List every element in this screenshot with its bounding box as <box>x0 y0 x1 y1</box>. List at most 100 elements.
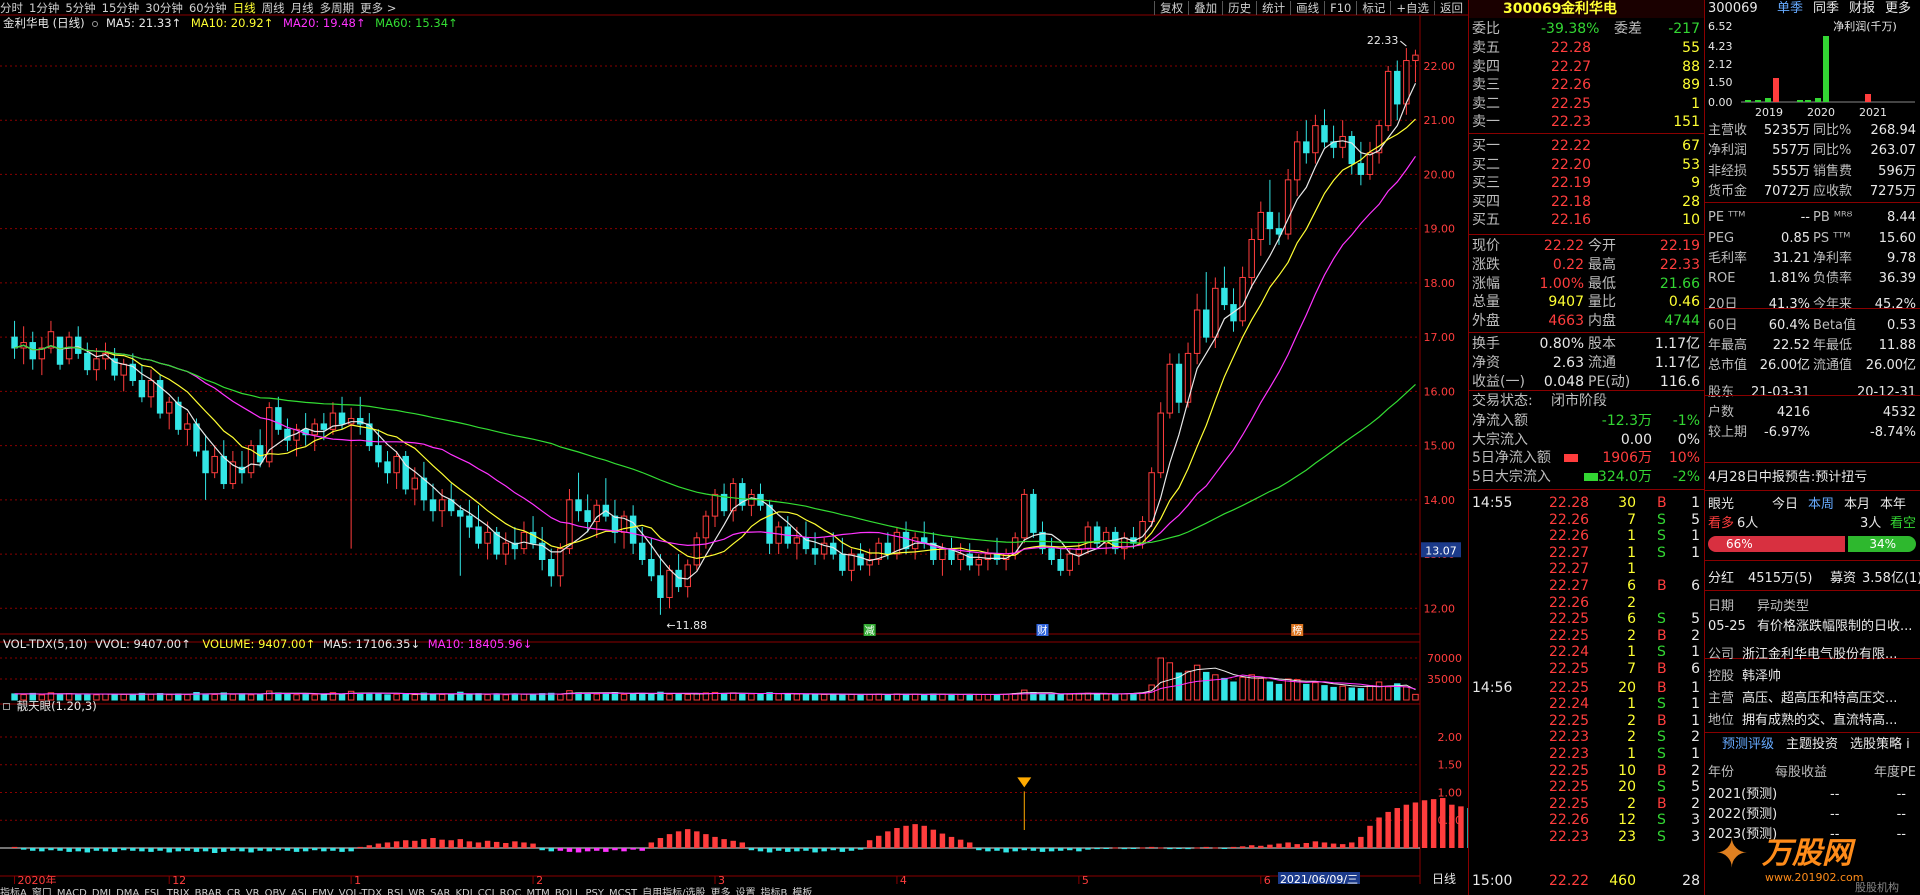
candle-body[interactable] <box>384 461 391 474</box>
candle-body[interactable] <box>438 499 446 512</box>
candle-body[interactable] <box>557 548 564 577</box>
candle-body[interactable] <box>1312 125 1319 154</box>
candle-body[interactable] <box>657 575 664 598</box>
indicator-tab[interactable]: EMV <box>312 888 334 895</box>
candle-body[interactable] <box>1202 309 1210 338</box>
indicator-tab[interactable]: FSL <box>144 888 162 895</box>
candle-body[interactable] <box>1412 54 1419 62</box>
candle-body[interactable] <box>1212 287 1219 338</box>
candle-body[interactable] <box>1348 135 1356 165</box>
candle-body[interactable] <box>138 380 146 398</box>
indicator-tab[interactable]: 设置 <box>735 888 755 895</box>
period-tab[interactable]: 30分钟 <box>145 1 183 14</box>
indicator-tab[interactable]: CCI <box>478 888 495 895</box>
indicator-tab[interactable]: 模板 <box>792 888 812 895</box>
indicator-tab[interactable]: 窗口 <box>32 888 52 895</box>
info-tab[interactable]: 同季 <box>1813 0 1839 18</box>
period-tab[interactable]: 日线 <box>233 1 256 14</box>
candle-body[interactable] <box>775 526 782 544</box>
candle-body[interactable] <box>939 548 946 560</box>
indicator-tab[interactable]: SAR <box>430 888 450 895</box>
candle-body[interactable] <box>311 423 318 436</box>
candle-body[interactable] <box>275 407 282 430</box>
indicator-tab[interactable]: ASI <box>291 888 307 895</box>
candle-body[interactable] <box>84 352 91 371</box>
candle-body[interactable] <box>1193 309 1201 354</box>
indicator-tab[interactable]: CR <box>227 888 241 895</box>
eye-tab[interactable]: 今日 <box>1772 496 1798 514</box>
candle-body[interactable] <box>684 564 691 588</box>
candle-body[interactable] <box>193 423 200 452</box>
indicator-tab[interactable]: 指标B <box>760 888 787 895</box>
candle-body[interactable] <box>165 401 173 414</box>
candle-body[interactable] <box>484 531 491 544</box>
candle-body[interactable] <box>1384 70 1392 127</box>
vol-indicator-name[interactable]: VOL-TDX(5,10) <box>3 637 87 651</box>
candle-body[interactable] <box>975 558 983 566</box>
indicator-tab[interactable]: WR <box>408 888 425 895</box>
tool-button[interactable]: 历史 <box>1222 1 1256 15</box>
candle-body[interactable] <box>1248 239 1255 278</box>
info-tab[interactable]: 单季 <box>1777 0 1803 18</box>
candle-body[interactable] <box>1057 558 1064 571</box>
indicator-box-icon[interactable] <box>3 703 10 710</box>
tool-button[interactable]: F10 <box>1324 1 1356 15</box>
candle-body[interactable] <box>502 542 510 555</box>
candle-body[interactable] <box>93 358 100 371</box>
notice-row[interactable]: 4月28日中报预告:预计扭亏 <box>1705 469 1920 487</box>
period-tab[interactable]: 60分钟 <box>189 1 227 14</box>
candle-body[interactable] <box>338 412 346 425</box>
indicator-tab[interactable]: 指标A <box>0 888 27 895</box>
candle-body[interactable] <box>1084 526 1092 550</box>
candle-body[interactable] <box>1394 70 1401 105</box>
candle-body[interactable] <box>811 548 819 555</box>
candle-body[interactable] <box>1221 287 1228 306</box>
candle-body[interactable] <box>966 553 973 566</box>
tool-button[interactable]: 叠加 <box>1188 1 1222 15</box>
tool-button[interactable]: 统计 <box>1256 1 1290 15</box>
indicator-tab[interactable]: BOLL <box>555 888 581 895</box>
candle-body[interactable] <box>1257 211 1265 241</box>
candle-body[interactable] <box>1030 493 1037 533</box>
candle-body[interactable] <box>120 363 127 376</box>
signal-diamond-icon[interactable] <box>1017 777 1032 788</box>
forecast-tab[interactable]: 主题投资 <box>1786 736 1838 754</box>
indicator-tab[interactable]: KDJ <box>455 888 472 895</box>
candle-body[interactable] <box>520 531 528 550</box>
candle-body[interactable] <box>839 553 846 571</box>
indicator-tab[interactable]: ROC <box>500 888 522 895</box>
candle-body[interactable] <box>1148 472 1155 523</box>
candle-body[interactable] <box>1239 276 1246 322</box>
candle-body[interactable] <box>393 455 400 474</box>
indicator-tab[interactable]: 更多 <box>710 888 730 895</box>
forecast-tab[interactable]: 选股策略 i <box>1850 736 1910 754</box>
candle-body[interactable] <box>584 510 591 523</box>
info-tab[interactable]: 财报 <box>1849 0 1875 18</box>
candle-body[interactable] <box>702 515 710 539</box>
candle-body[interactable] <box>1357 163 1365 175</box>
indicator-tab[interactable]: BRAR <box>195 888 222 895</box>
eye-tab[interactable]: 本月 <box>1844 496 1870 514</box>
tool-button[interactable]: 标记 <box>1356 1 1390 15</box>
candle-body[interactable] <box>211 455 218 474</box>
forecast-tab[interactable]: 预测评级 <box>1722 736 1774 754</box>
candle-body[interactable] <box>320 423 328 430</box>
candle-body[interactable] <box>1284 179 1292 235</box>
period-tab[interactable]: 多周期 <box>320 1 355 14</box>
period-tab[interactable]: 周线 <box>262 1 285 14</box>
indicator-tab[interactable]: OBV <box>265 888 286 895</box>
candle-body[interactable] <box>457 510 464 517</box>
eye-tab[interactable]: 本年 <box>1880 496 1906 514</box>
candle-body[interactable] <box>1366 152 1374 175</box>
candle-body[interactable] <box>402 455 409 490</box>
indicator-tab[interactable]: MACD <box>57 888 87 895</box>
event-row[interactable]: 05-25 有价格涨跌幅限制的日收... <box>1705 618 1920 636</box>
period-tab[interactable]: 15分钟 <box>102 1 140 14</box>
candle-body[interactable] <box>202 450 209 474</box>
candle-body[interactable] <box>611 515 619 533</box>
period-tab[interactable]: 5分钟 <box>65 1 95 14</box>
candle-body[interactable] <box>648 558 655 577</box>
info-tab[interactable]: 更多 <box>1885 0 1911 18</box>
indicator-tab[interactable]: DMA <box>116 888 139 895</box>
candle-body[interactable] <box>1166 363 1174 414</box>
